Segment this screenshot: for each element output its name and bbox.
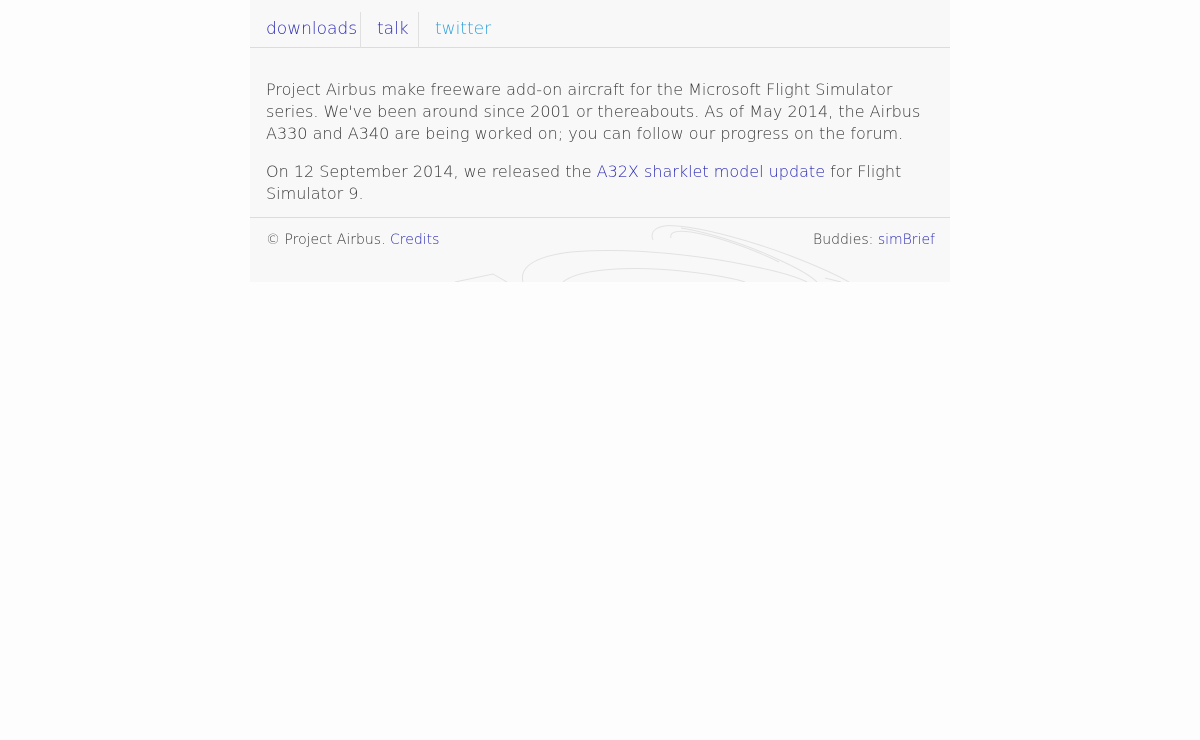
credits-link[interactable]: Credits <box>390 232 439 248</box>
footer-buddies: Buddies: simBrief <box>813 232 935 248</box>
footer-divider <box>250 217 950 218</box>
nav-divider <box>418 12 419 48</box>
intro-paragraph: Project Airbus make freeware add-on airc… <box>266 80 921 143</box>
simbrief-link[interactable]: simBrief <box>878 232 935 248</box>
aircraft-watermark-icon <box>454 225 850 282</box>
intro-content: Project Airbus make freeware add-on airc… <box>266 79 934 221</box>
nav-divider <box>360 12 361 48</box>
nav-talk-link[interactable]: talk <box>377 12 419 48</box>
sharklet-update-link[interactable]: A32X sharklet model update <box>597 162 825 181</box>
footer-copyright: © Project Airbus. Credits <box>266 232 439 248</box>
release-paragraph: On 12 September 2014, we released the A3… <box>266 161 934 205</box>
nav-downloads-link[interactable]: downloads <box>266 12 361 48</box>
nav-twitter-link[interactable]: twitter <box>435 12 495 48</box>
buddies-label: Buddies: <box>813 232 878 248</box>
main-panel: downloads talk twitter Project Airbus ma… <box>250 0 950 282</box>
copyright-text: © Project Airbus. <box>266 232 390 248</box>
top-nav: downloads talk twitter <box>250 0 950 48</box>
release-text-before: On 12 September 2014, we released the <box>266 162 597 181</box>
